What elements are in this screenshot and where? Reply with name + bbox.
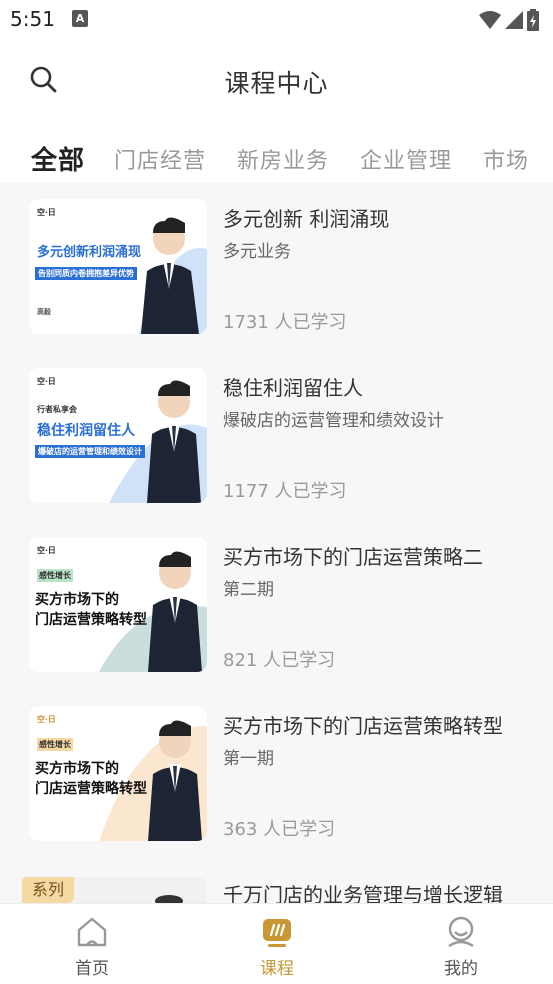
thumbnail-headline-line1: 买方市场下的: [35, 592, 119, 608]
course-thumbnail: 空·日 行者私享会 稳住利润留住人 爆破店的运营管理和绩效设计: [29, 368, 207, 503]
series-badge: 系列: [22, 877, 74, 903]
tab-market[interactable]: 市场: [483, 143, 529, 175]
thumbnail-headline-line1: 买方市场下的: [35, 761, 119, 777]
home-icon: [77, 917, 107, 947]
profile-icon: [448, 916, 474, 948]
course-item[interactable]: 空·日 多元创新利润涌现 告别同质内卷拥抱差异优势 高毅 多元创新 利润涌现 多…: [0, 183, 553, 353]
bottom-nav: 首页 课程 我的: [0, 903, 553, 984]
thumbnail-tag: 感性增长: [37, 569, 73, 582]
tab-new-house[interactable]: 新房业务: [237, 143, 329, 175]
course-thumbnail: 空·日 多元创新利润涌现 告别同质内卷拥抱差异优势 高毅: [29, 199, 207, 334]
course-item[interactable]: 系列 千万门店的业务管理与增长逻辑: [0, 859, 553, 903]
tab-enterprise-management[interactable]: 企业管理: [360, 143, 452, 175]
course-subtitle: 第二期: [223, 580, 274, 600]
wifi-icon: [479, 11, 501, 29]
thumbnail-tag: 感性增长: [37, 738, 73, 751]
nav-home-label: 首页: [75, 959, 109, 979]
nav-home[interactable]: 首页: [32, 914, 152, 979]
thumbnail-headline-line2: 门店运营策略转型: [35, 781, 147, 797]
course-title: 多元创新 利润涌现: [223, 207, 390, 231]
nav-course-label: 课程: [260, 959, 294, 979]
course-subtitle: 爆破店的运营管理和绩效设计: [223, 411, 444, 431]
thumbnail-tag: 行者私享会: [37, 404, 77, 414]
course-subtitle: 第一期: [223, 749, 274, 769]
thumbnail-logo: 空·日: [37, 545, 56, 555]
thumbnail-footer: 高毅: [37, 307, 51, 316]
thumbnail-headline: 多元创新利润涌现: [37, 245, 142, 260]
thumbnail-logo: 空·日: [37, 714, 56, 724]
thumbnail-headline-line2: 门店运营策略转型: [35, 612, 147, 628]
course-thumbnail: 空·日 感性增长 买方市场下的 门店运营策略转型: [29, 706, 207, 841]
header: 课程中心: [0, 40, 553, 120]
tab-all[interactable]: 全部: [31, 140, 85, 177]
course-item[interactable]: 空·日 感性增长 买方市场下的 门店运营策略转型 买方市场下的门店运营策略转型 …: [0, 690, 553, 860]
tab-store-operation[interactable]: 门店经营: [114, 143, 206, 175]
thumbnail-logo: 空·日: [37, 207, 56, 217]
course-title: 买方市场下的门店运营策略二: [223, 545, 483, 569]
learner-count: 1177 人已学习: [223, 481, 347, 502]
battery-icon: [527, 9, 539, 31]
thumbnail-logo: 空·日: [37, 376, 56, 386]
category-tabs: 全部 门店经营 新房业务 企业管理 市场: [0, 135, 553, 183]
status-icons: [479, 9, 539, 31]
learner-count: 363 人已学习: [223, 819, 336, 840]
course-list: 空·日 多元创新利润涌现 告别同质内卷拥抱差异优势 高毅 多元创新 利润涌现 多…: [0, 183, 553, 903]
notification-icon: A: [72, 10, 88, 27]
learner-count: 1731 人已学习: [223, 312, 347, 333]
status-time: 5:51: [10, 7, 55, 31]
signal-icon: [505, 11, 523, 29]
course-item[interactable]: 空·日 行者私享会 稳住利润留住人 爆破店的运营管理和绩效设计 稳住利润留住人 …: [0, 352, 553, 522]
thumbnail-headline: 稳住利润留住人: [37, 423, 135, 439]
thumbnail-banner: 告别同质内卷拥抱差异优势: [35, 267, 137, 280]
thumbnail-banner: 爆破店的运营管理和绩效设计: [35, 445, 145, 458]
course-title: 千万门店的业务管理与增长逻辑: [223, 883, 503, 903]
nav-profile-label: 我的: [444, 959, 478, 979]
course-title: 稳住利润留住人: [223, 376, 363, 400]
nav-profile[interactable]: 我的: [401, 914, 521, 979]
page-title: 课程中心: [224, 69, 329, 98]
course-subtitle: 多元业务: [223, 242, 291, 262]
course-item[interactable]: 空·日 感性增长 买方市场下的 门店运营策略转型 买方市场下的门店运营策略二 第…: [0, 521, 553, 691]
course-title: 买方市场下的门店运营策略转型: [223, 714, 503, 738]
nav-course[interactable]: 课程: [217, 914, 337, 979]
learner-count: 821 人已学习: [223, 650, 336, 671]
course-thumbnail: 空·日 感性增长 买方市场下的 门店运营策略转型: [29, 537, 207, 672]
status-bar: 5:51 A: [0, 0, 553, 40]
course-icon: [263, 919, 291, 947]
